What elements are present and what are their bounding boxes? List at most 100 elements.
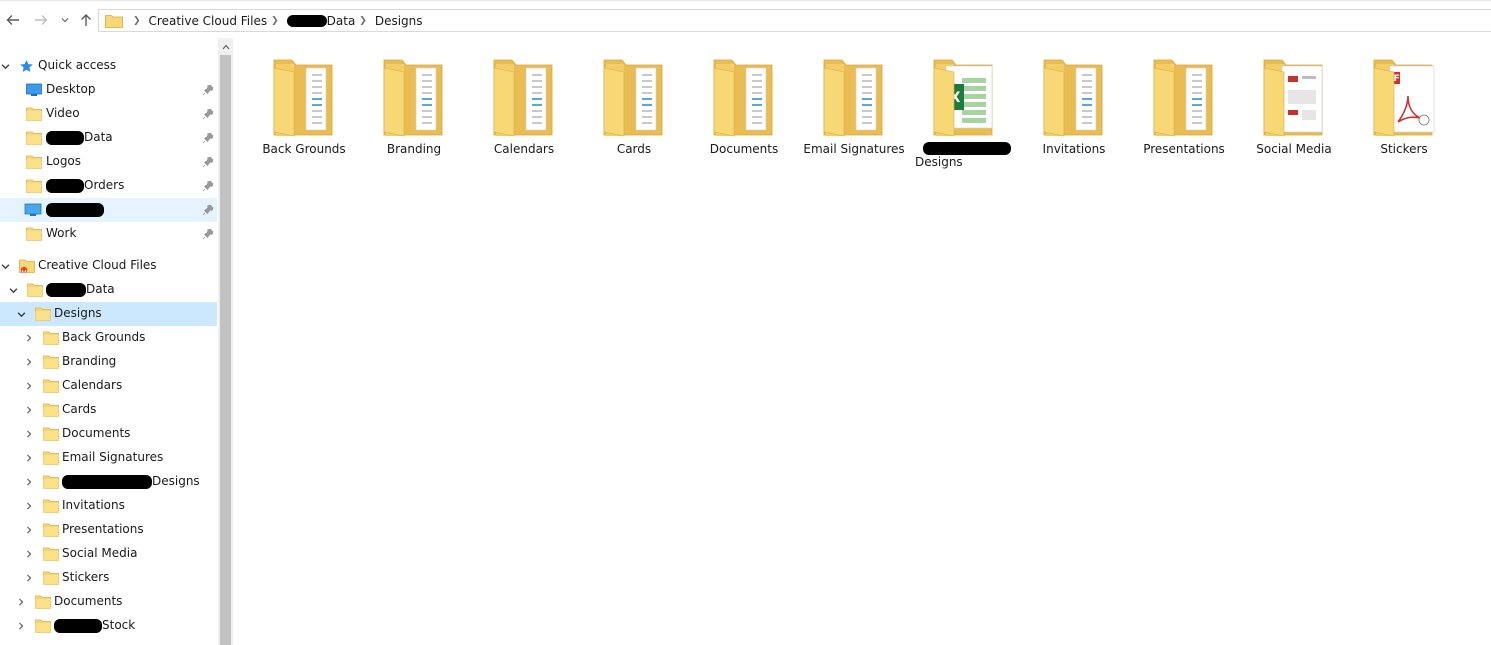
breadcrumb-creative-cloud-files[interactable]: Creative Cloud Files [149,14,268,28]
file-list: Back Grounds Branding Calendars Cards Docume… [233,38,1491,645]
tree-item-label: Social Media [62,546,137,560]
breadcrumb-separator[interactable]: ❯ [271,16,279,26]
large-folder-icon [1262,56,1326,140]
folder-item-text: Documents [709,142,779,156]
tree-item-subfolder[interactable]: Stickers [0,566,217,590]
breadcrumb-data-label: Data [326,13,356,28]
folder-item[interactable]: Invitations [1019,52,1129,177]
expand-chevron-icon[interactable] [16,621,26,631]
tree-item-text: Social Media [62,546,138,560]
address-bar[interactable]: ❯ Creative Cloud Files ❯ Data ❯ Designs [98,9,1491,32]
quick-access-item[interactable]: Video [0,102,217,126]
folder-item[interactable]: X Designs [909,52,1019,177]
folder-item[interactable]: Calendars [469,52,579,177]
pin-icon [202,132,214,144]
navigation-bar: ❯ Creative Cloud Files ❯ Data ❯ Designs [0,0,1491,38]
folder-item-text: Back Grounds [262,142,346,156]
quick-access-item[interactable]: Data [0,126,217,150]
up-button[interactable] [77,10,95,30]
redaction [46,202,104,217]
collapse-chevron-icon[interactable] [8,285,18,295]
quick-access-item[interactable]: Logos [0,150,217,174]
expand-chevron-icon[interactable] [24,525,34,535]
tree-item-subfolder[interactable]: Presentations [0,518,217,542]
folder-item[interactable]: DF Stickers [1349,52,1459,177]
tree-item-text: Stickers [62,570,110,584]
folder-item[interactable]: Cards [579,52,689,177]
folder-item-text: Stickers [1380,142,1428,156]
back-button[interactable] [4,10,22,30]
folder-item[interactable]: Branding [359,52,469,177]
tree-item-designs[interactable]: Designs [0,302,217,326]
recent-locations-button[interactable] [58,10,72,30]
tree-item-subfolder[interactable]: Social Media [0,542,217,566]
expand-chevron-icon[interactable] [16,597,26,607]
tree-item-label: Data [46,282,115,297]
expand-chevron-icon[interactable] [24,549,34,559]
up-arrow-icon [81,14,91,26]
tree-item-subfolder[interactable]: Cards [0,398,217,422]
tree-item-label: Logos [46,154,81,168]
tree-item-subfolder[interactable]: Email Signatures [0,446,217,470]
quick-access-item[interactable]: Orders [0,174,217,198]
tree-item-creative-cloud-files[interactable]: Creative Cloud Files [0,254,217,278]
tree-item-subfolder[interactable]: Documents [0,422,217,446]
folder-item[interactable]: Social Media [1239,52,1349,177]
tree-item-folder[interactable]: Documents [0,590,217,614]
breadcrumb-separator[interactable]: ❯ [133,16,141,26]
expand-chevron-icon[interactable] [24,333,34,343]
folder-icon [43,571,59,585]
expand-chevron-icon[interactable] [24,405,34,415]
forward-button[interactable] [32,10,50,30]
tree-item-subfolder[interactable]: Back Grounds [0,326,217,350]
tree-item-text: Creative Cloud Files [38,258,157,272]
folder-item[interactable]: Documents [689,52,799,177]
expand-chevron-icon[interactable] [24,429,34,439]
expand-chevron-icon[interactable] [24,357,34,367]
collapse-chevron-icon[interactable] [0,61,10,71]
folder-icon [26,131,42,145]
collapse-chevron-icon[interactable] [0,261,10,271]
expand-chevron-icon[interactable] [24,477,34,487]
folder-icon [26,155,42,169]
scrollbar-thumb[interactable] [220,55,231,645]
expand-chevron-icon[interactable] [24,501,34,511]
folder-item[interactable]: Back Grounds [249,52,359,177]
breadcrumb-data[interactable]: Data [286,13,356,28]
folder-icon [105,14,123,28]
tree-item-subfolder[interactable]: Branding [0,350,217,374]
tree-item-label: Documents [54,594,122,608]
tree-item-label: Designs [54,306,102,320]
breadcrumb-designs[interactable]: Designs [375,14,423,28]
creative-cloud-folder-icon [19,258,35,274]
quick-access-item[interactable]: Work [0,222,217,246]
expand-chevron-icon[interactable] [24,381,34,391]
large-folder-icon [272,56,336,140]
tree-item-subfolder[interactable]: Invitations [0,494,217,518]
folder-item[interactable]: Email Signatures [799,52,909,177]
tree-item-subfolder[interactable]: Calendars [0,374,217,398]
quick-access-item[interactable]: Desktop [0,78,217,102]
folder-icon [26,179,42,193]
quick-access-item[interactable] [0,198,217,222]
folder-item-text: Social Media [1256,142,1332,156]
tree-item-folder[interactable]: Stock [0,614,217,638]
tree-item-data[interactable]: Data [0,278,217,302]
sidebar-scrollbar[interactable] [218,38,233,645]
folder-icon [26,107,42,121]
breadcrumb-separator[interactable]: ❯ [359,16,367,26]
folder-item-label: Documents [689,142,799,157]
tree-item-subfolder[interactable]: Designs [0,470,217,494]
expand-chevron-icon[interactable] [24,573,34,583]
tree-item-quick-access[interactable]: Quick access [0,54,217,78]
tree-item-text: Video [46,106,80,120]
scroll-up-button[interactable] [218,38,233,55]
expand-chevron-icon[interactable] [24,453,34,463]
tree-item-label: Branding [62,354,116,368]
large-folder-icon [492,56,556,140]
collapse-chevron-icon[interactable] [16,309,26,319]
tree-item-text: Data [84,130,113,144]
folder-item[interactable]: Presentations [1129,52,1239,177]
tree-item-text: Invitations [62,498,125,512]
tree-item-text: Designs [54,306,102,320]
